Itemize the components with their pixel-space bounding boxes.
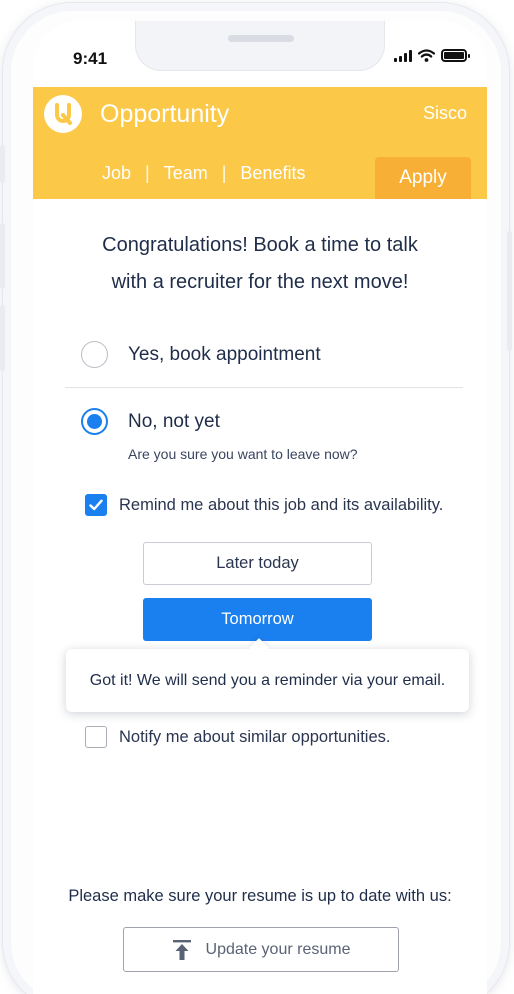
wifi-icon: [418, 49, 435, 62]
battery-icon: [441, 49, 470, 62]
page-headline: Congratulations! Book a time to talk wit…: [33, 227, 487, 301]
app-header: Opportunity Sisco Job | Team | Benefits …: [33, 87, 487, 199]
yes-book-appointment-radio[interactable]: [81, 341, 108, 368]
notch: [135, 21, 385, 71]
tab-benefits[interactable]: Benefits: [238, 163, 307, 184]
resume-note: Please make sure your resume is up to da…: [68, 887, 452, 905]
yes-option-label[interactable]: Yes, book appointment: [128, 344, 321, 366]
update-resume-label: Update your resume: [205, 940, 351, 958]
headline-line-1: Congratulations! Book a time to talk: [102, 234, 418, 256]
status-icons: [394, 49, 470, 62]
tab-separator: |: [145, 163, 150, 183]
speaker-grill: [228, 35, 294, 42]
volume-down-button: [0, 305, 5, 371]
battery-level: [444, 52, 464, 59]
tomorrow-button[interactable]: Tomorrow: [143, 598, 372, 641]
phone-screen: 9:41 Opportunity Sisco Job | Team | Bene…: [33, 21, 487, 994]
headline-line-2: with a recruiter for the next move!: [111, 271, 409, 293]
tab-bar: Job | Team | Benefits: [100, 163, 307, 184]
leave-confirm-text: Are you sure you want to leave now?: [128, 446, 358, 462]
toast-message: Got it! We will send you a reminder via …: [89, 671, 446, 689]
tab-apply[interactable]: Apply: [375, 157, 471, 199]
app-title: Opportunity: [100, 100, 230, 128]
no-option-label[interactable]: No, not yet: [128, 411, 220, 433]
notify-checkbox[interactable]: [85, 726, 107, 748]
remind-label[interactable]: Remind me about this job and its availab…: [119, 496, 443, 515]
app-logo-icon: [44, 95, 82, 133]
checkmark-icon: [89, 499, 103, 511]
later-today-button[interactable]: Later today: [143, 542, 372, 585]
tab-separator: |: [221, 163, 227, 183]
reminder-toast: Got it! We will send you a reminder via …: [66, 649, 469, 712]
no-not-yet-radio[interactable]: [81, 408, 108, 435]
remind-checkbox[interactable]: [85, 494, 107, 516]
update-resume-button[interactable]: Update your resume: [123, 927, 399, 972]
phone-frame: 9:41 Opportunity Sisco Job | Team | Bene…: [0, 2, 512, 994]
status-time: 9:41: [73, 49, 108, 68]
tab-team[interactable]: Team: [162, 163, 210, 184]
notify-label[interactable]: Notify me about similar opportunities.: [119, 728, 390, 747]
tab-job[interactable]: Job: [100, 163, 133, 184]
upload-icon: [172, 939, 191, 960]
mute-switch: [0, 145, 5, 183]
power-button: [507, 231, 512, 351]
options-divider: [65, 387, 463, 388]
company-name: Sisco: [422, 103, 467, 123]
volume-up-button: [0, 223, 5, 289]
cellular-signal-icon: [394, 49, 412, 62]
